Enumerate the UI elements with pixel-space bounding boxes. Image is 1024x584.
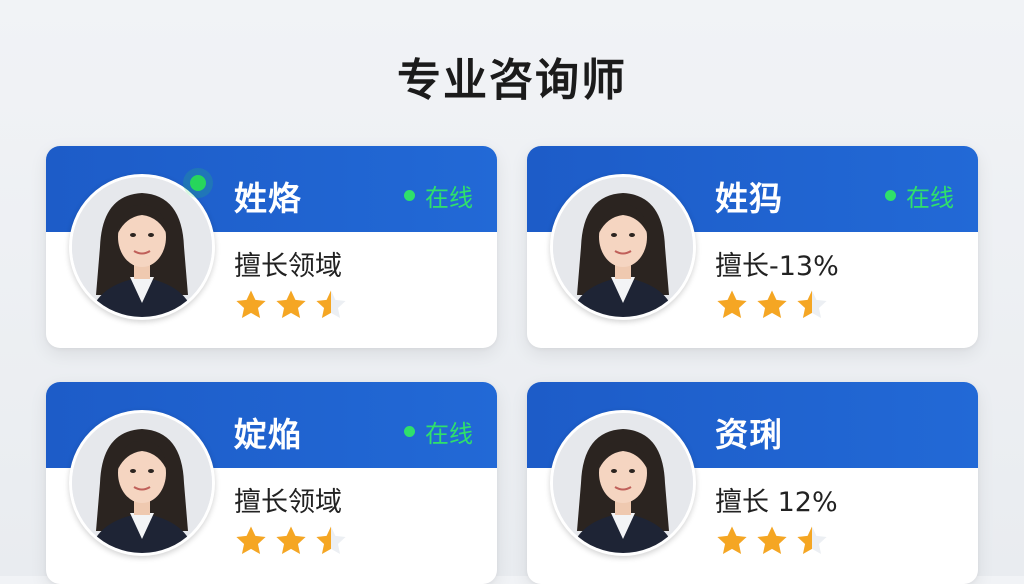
- consultant-card[interactable]: 婝焔 在线 擅长领域: [46, 382, 497, 584]
- status-label: 在线: [425, 184, 473, 212]
- star-full-icon: [717, 290, 747, 319]
- status-label: 在线: [425, 420, 473, 448]
- consultant-card[interactable]: 资琍 擅长 12%: [527, 382, 978, 584]
- consultant-name: 资琍: [715, 415, 783, 454]
- status-dot-icon: [404, 426, 415, 437]
- specialty-label: 擅长-13%: [715, 251, 839, 282]
- star-half-icon: [797, 290, 827, 319]
- specialty-label: 擅长 12%: [715, 487, 838, 518]
- consultant-card[interactable]: 姓烙 在线 擅长领域: [46, 146, 497, 348]
- specialty-label: 擅长领域: [234, 251, 342, 282]
- star-full-icon: [757, 290, 787, 319]
- online-status: 在线: [404, 178, 473, 213]
- rating-stars: [715, 524, 829, 558]
- consultant-name: 姓烙: [234, 179, 302, 218]
- star-full-icon: [276, 290, 306, 319]
- online-status: 在线: [885, 178, 954, 213]
- star-half-icon: [316, 526, 346, 555]
- rating-stars: [234, 524, 348, 558]
- star-half-icon: [316, 290, 346, 319]
- star-full-icon: [717, 526, 747, 555]
- rating-stars: [715, 288, 829, 322]
- status-dot-icon: [404, 190, 415, 201]
- status-dot-icon: [885, 190, 896, 201]
- consultant-name: 姓犸: [715, 179, 783, 218]
- star-full-icon: [236, 290, 266, 319]
- status-label: 在线: [906, 184, 954, 212]
- rating-stars: [234, 288, 348, 322]
- star-full-icon: [236, 526, 266, 555]
- avatar-online-indicator: [190, 175, 206, 191]
- star-full-icon: [276, 526, 306, 555]
- consultant-card[interactable]: 姓犸 在线 擅长-13%: [527, 146, 978, 348]
- avatar[interactable]: [69, 410, 215, 556]
- avatar[interactable]: [69, 174, 215, 320]
- star-full-icon: [757, 526, 787, 555]
- avatar[interactable]: [550, 410, 696, 556]
- avatar[interactable]: [550, 174, 696, 320]
- online-status: 在线: [404, 414, 473, 449]
- specialty-label: 擅长领域: [234, 487, 342, 518]
- star-half-icon: [797, 526, 827, 555]
- page-title: 专业咨询师: [397, 55, 627, 106]
- consultant-name: 婝焔: [234, 415, 302, 454]
